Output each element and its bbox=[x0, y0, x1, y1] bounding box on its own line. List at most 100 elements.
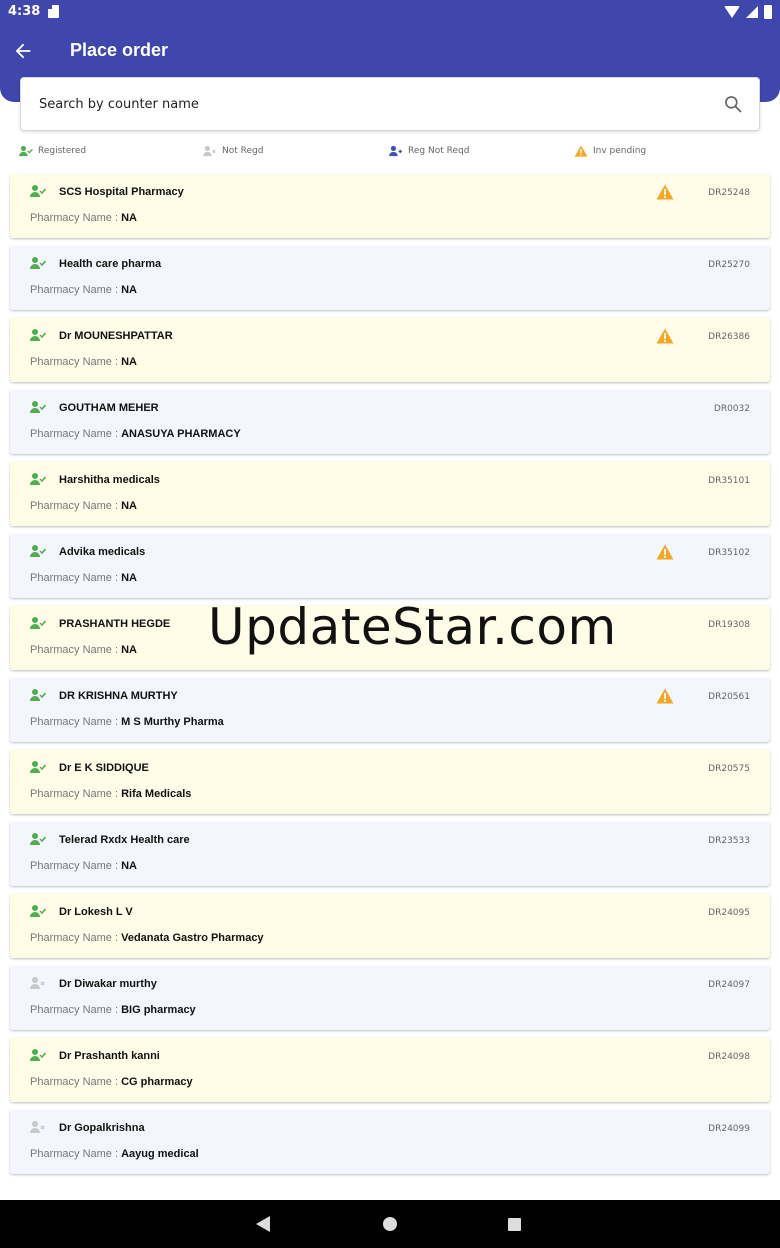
legend-reg-not-reqd: Reg Not Reqd bbox=[389, 145, 469, 157]
legend-label: Not Regd bbox=[222, 146, 264, 156]
counter-code: DR0032 bbox=[713, 404, 750, 414]
warning-icon bbox=[656, 184, 674, 200]
counter-card[interactable]: GOUTHAM MEHER DR0032 Pharmacy Name : ANA… bbox=[10, 390, 770, 454]
pharmacy-label: Pharmacy Name : bbox=[30, 356, 122, 368]
warning-icon bbox=[656, 328, 674, 344]
registered-user-icon bbox=[19, 145, 33, 157]
pharmacy-value: NA bbox=[121, 284, 137, 296]
warning-icon bbox=[656, 688, 674, 704]
search-box bbox=[20, 77, 760, 131]
pharmacy-label: Pharmacy Name : bbox=[30, 716, 122, 728]
registered-user-icon bbox=[30, 617, 46, 629]
pharmacy-name: Pharmacy Name : NA bbox=[30, 356, 137, 368]
pharmacy-label: Pharmacy Name : bbox=[30, 212, 122, 224]
signal-icon bbox=[746, 6, 758, 18]
pharmacy-value: Vedanata Gastro Pharmacy bbox=[121, 932, 264, 944]
system-nav-bar bbox=[0, 1200, 780, 1248]
counter-name: Dr Prashanth kanni bbox=[59, 1050, 160, 1062]
counter-card[interactable]: Dr Diwakar murthy DR24097 Pharmacy Name … bbox=[10, 966, 770, 1030]
counter-code: DR24097 bbox=[708, 980, 750, 990]
pharmacy-label: Pharmacy Name : bbox=[30, 788, 122, 800]
warning-icon bbox=[574, 145, 588, 157]
counter-card[interactable]: Dr Gopalkrishna DR24099 Pharmacy Name : … bbox=[10, 1110, 770, 1174]
registered-user-icon bbox=[30, 473, 46, 485]
counter-code: DR25248 bbox=[708, 188, 750, 198]
pharmacy-name: Pharmacy Name : Rifa Medicals bbox=[30, 788, 191, 800]
counter-card[interactable]: Advika medicals DR35102 Pharmacy Name : … bbox=[10, 534, 770, 598]
legend-label: Registered bbox=[38, 146, 87, 156]
sd-card-icon bbox=[48, 5, 59, 18]
pharmacy-value: M S Murthy Pharma bbox=[121, 716, 224, 728]
counter-code: DR26386 bbox=[708, 332, 750, 342]
nav-back-icon[interactable] bbox=[256, 1216, 270, 1232]
registered-user-icon bbox=[30, 329, 46, 341]
counter-name: Dr Lokesh L V bbox=[59, 906, 133, 918]
status-time: 4:38 bbox=[8, 4, 41, 19]
counter-list: SCS Hospital Pharmacy DR25248 Pharmacy N… bbox=[10, 174, 770, 1182]
nav-home-icon[interactable] bbox=[383, 1217, 397, 1231]
nav-recents-icon[interactable] bbox=[508, 1218, 521, 1231]
pharmacy-value: NA bbox=[121, 860, 137, 872]
pharmacy-name: Pharmacy Name : NA bbox=[30, 860, 137, 872]
counter-name: DR KRISHNA MURTHY bbox=[59, 690, 178, 702]
pharmacy-name: Pharmacy Name : ANASUYA PHARMACY bbox=[30, 428, 241, 440]
battery-icon bbox=[764, 5, 772, 19]
registered-user-icon bbox=[30, 1049, 46, 1061]
counter-card[interactable]: Harshitha medicals DR35101 Pharmacy Name… bbox=[10, 462, 770, 526]
registered-user-icon bbox=[30, 833, 46, 845]
counter-code: DR24098 bbox=[708, 1052, 750, 1062]
warning-icon bbox=[656, 544, 674, 560]
registered-user-icon bbox=[30, 401, 46, 413]
pharmacy-value: NA bbox=[121, 644, 137, 656]
counter-code: DR23533 bbox=[708, 836, 750, 846]
registered-user-icon bbox=[30, 905, 46, 917]
registered-user-icon bbox=[30, 185, 46, 197]
pharmacy-name: Pharmacy Name : NA bbox=[30, 284, 137, 296]
counter-name: Health care pharma bbox=[59, 258, 162, 270]
pharmacy-name: Pharmacy Name : NA bbox=[30, 212, 137, 224]
counter-name: GOUTHAM MEHER bbox=[59, 402, 159, 414]
wifi-icon bbox=[724, 6, 740, 18]
counter-card[interactable]: Dr Prashanth kanni DR24098 Pharmacy Name… bbox=[10, 1038, 770, 1102]
search-input[interactable] bbox=[39, 78, 699, 130]
search-icon[interactable] bbox=[723, 94, 743, 114]
not-registered-user-icon bbox=[203, 145, 216, 157]
counter-name: Telerad Rxdx Health care bbox=[59, 834, 190, 846]
pharmacy-label: Pharmacy Name : bbox=[30, 428, 122, 440]
legend-label: Inv pending bbox=[593, 146, 647, 156]
pharmacy-label: Pharmacy Name : bbox=[30, 860, 122, 872]
not-registered-user-icon bbox=[30, 977, 45, 989]
reg-not-reqd-user-icon bbox=[389, 145, 402, 157]
pharmacy-label: Pharmacy Name : bbox=[30, 284, 122, 296]
pharmacy-value: NA bbox=[121, 356, 137, 368]
counter-card[interactable]: SCS Hospital Pharmacy DR25248 Pharmacy N… bbox=[10, 174, 770, 238]
counter-card[interactable]: Dr Lokesh L V DR24095 Pharmacy Name : Ve… bbox=[10, 894, 770, 958]
pharmacy-value: NA bbox=[121, 500, 137, 512]
status-bar: 4:38 bbox=[0, 0, 780, 24]
registered-user-icon bbox=[30, 257, 46, 269]
pharmacy-value: Rifa Medicals bbox=[121, 788, 192, 800]
not-registered-user-icon bbox=[30, 1121, 45, 1133]
back-arrow-icon[interactable] bbox=[12, 40, 34, 62]
counter-card[interactable]: Telerad Rxdx Health care DR23533 Pharmac… bbox=[10, 822, 770, 886]
counter-name: Dr Gopalkrishna bbox=[59, 1122, 145, 1134]
counter-code: DR19308 bbox=[708, 620, 750, 630]
status-legend: Registered Not Regd Reg Not Reqd Inv pen… bbox=[0, 145, 780, 163]
counter-name: Advika medicals bbox=[59, 546, 146, 558]
pharmacy-label: Pharmacy Name : bbox=[30, 572, 122, 584]
pharmacy-value: BIG pharmacy bbox=[121, 1004, 196, 1016]
pharmacy-value: NA bbox=[121, 572, 137, 584]
counter-code: DR20575 bbox=[708, 764, 750, 774]
counter-name: PRASHANTH HEGDE bbox=[59, 618, 171, 630]
pharmacy-label: Pharmacy Name : bbox=[30, 1004, 122, 1016]
pharmacy-name: Pharmacy Name : M S Murthy Pharma bbox=[30, 716, 224, 728]
registered-user-icon bbox=[30, 545, 46, 557]
pharmacy-name: Pharmacy Name : NA bbox=[30, 500, 137, 512]
counter-card[interactable]: Dr E K SIDDIQUE DR20575 Pharmacy Name : … bbox=[10, 750, 770, 814]
counter-card[interactable]: Dr MOUNESHPATTAR DR26386 Pharmacy Name :… bbox=[10, 318, 770, 382]
counter-card[interactable]: DR KRISHNA MURTHY DR20561 Pharmacy Name … bbox=[10, 678, 770, 742]
pharmacy-value: ANASUYA PHARMACY bbox=[121, 428, 241, 440]
counter-code: DR35101 bbox=[708, 476, 750, 486]
counter-card[interactable]: Health care pharma DR25270 Pharmacy Name… bbox=[10, 246, 770, 310]
counter-code: DR24095 bbox=[708, 908, 750, 918]
